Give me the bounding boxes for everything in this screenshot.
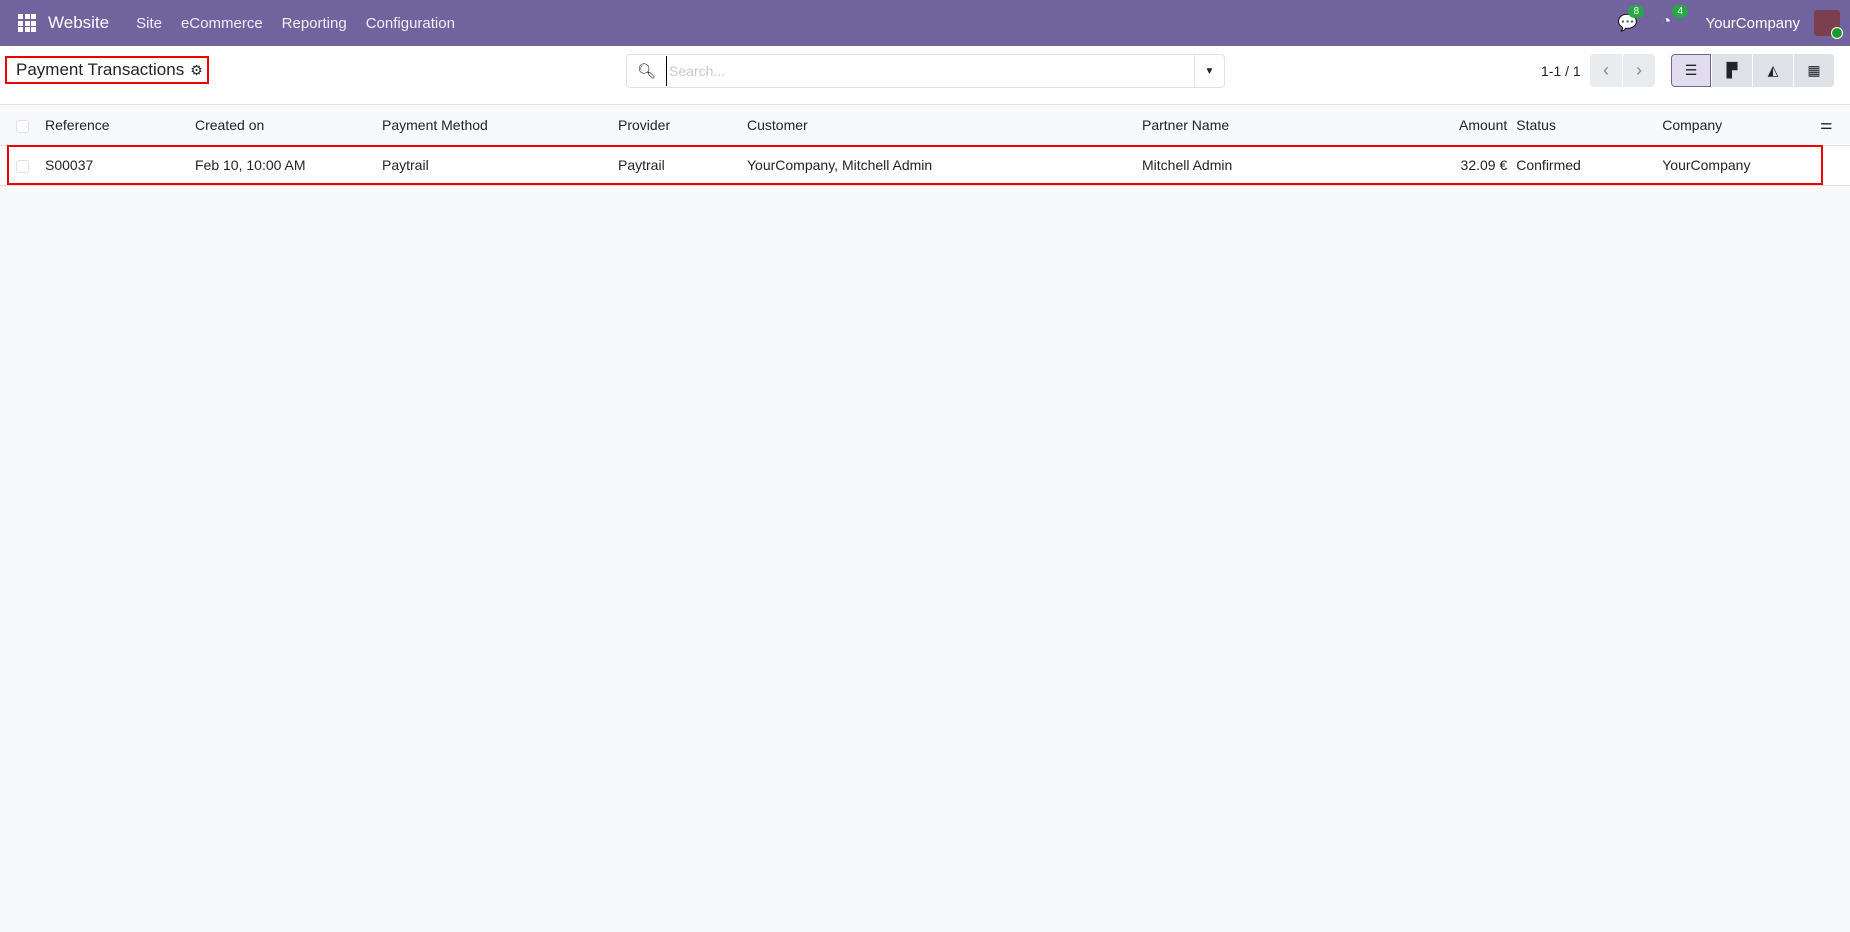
menu-reporting[interactable]: Reporting	[282, 15, 347, 32]
col-created-on[interactable]: Created on	[195, 105, 382, 146]
view-list-button[interactable]: ☰	[1671, 54, 1711, 87]
view-graph-button[interactable]: ◭	[1753, 54, 1793, 87]
search-icon: 🔍︎	[637, 63, 657, 80]
cell-payment-method: Paytrail	[382, 145, 618, 186]
col-provider[interactable]: Provider	[618, 105, 747, 146]
cell-status: Confirmed	[1507, 145, 1663, 186]
activities-button[interactable]: ◔ 4	[1661, 5, 1689, 33]
view-kanban-button[interactable]: ▛	[1712, 54, 1752, 87]
company-switcher[interactable]: YourCompany	[1705, 15, 1800, 32]
page-title: Payment Transactions	[16, 60, 185, 79]
col-partner-name[interactable]: Partner Name	[1142, 105, 1459, 146]
table-row[interactable]: S00037 Feb 10, 10:00 AM Paytrail Paytrai…	[0, 145, 1850, 186]
cell-company: YourCompany	[1662, 145, 1820, 186]
view-pivot-button[interactable]: ▦	[1794, 54, 1834, 87]
cell-partner-name: Mitchell Admin	[1142, 145, 1459, 186]
pager-previous[interactable]: ‹	[1590, 54, 1622, 87]
activities-badge: 4	[1672, 5, 1689, 18]
row-checkbox[interactable]	[16, 159, 29, 173]
search-input[interactable]	[666, 56, 1194, 86]
gear-icon[interactable]: ⚙	[190, 62, 203, 79]
clock-icon: ◔	[1661, 13, 1672, 30]
chevron-right-icon: ›	[1636, 60, 1642, 80]
kanban-icon: ▛	[1726, 62, 1738, 78]
control-panel: Payment Transactions ⚙ 🔍︎ ▼ 1-1 / 1 ‹ › …	[0, 46, 1850, 105]
col-company[interactable]: Company	[1662, 105, 1820, 146]
menu-ecommerce[interactable]: eCommerce	[181, 15, 263, 32]
cell-created-on: Feb 10, 10:00 AM	[195, 145, 382, 186]
cell-reference: S00037	[45, 145, 195, 186]
apps-menu-icon[interactable]	[18, 14, 36, 32]
table-header: Reference Created on Payment Method Prov…	[0, 105, 1850, 146]
table-icon: ▦	[1807, 62, 1821, 78]
cell-customer: YourCompany, Mitchell Admin	[747, 145, 1142, 186]
col-reference[interactable]: Reference	[45, 105, 195, 146]
col-amount[interactable]: Amount	[1459, 105, 1508, 146]
col-payment-method[interactable]: Payment Method	[382, 105, 618, 146]
menu-configuration[interactable]: Configuration	[366, 15, 455, 32]
caret-down-icon: ▼	[1204, 65, 1215, 77]
transactions-table: Reference Created on Payment Method Prov…	[0, 105, 1850, 186]
search-bar: 🔍︎ ▼	[626, 54, 1225, 88]
pager-next[interactable]: ›	[1623, 54, 1655, 87]
list-icon: ☰	[1684, 62, 1698, 78]
area-chart-icon: ◭	[1767, 62, 1779, 78]
col-status[interactable]: Status	[1507, 105, 1663, 146]
cell-provider: Paytrail	[618, 145, 747, 186]
messages-badge: 8	[1628, 5, 1645, 18]
cell-amount: 32.09 €	[1459, 145, 1508, 186]
search-options-toggle[interactable]: ▼	[1194, 55, 1224, 87]
select-all-checkbox[interactable]	[16, 119, 29, 133]
chevron-left-icon: ‹	[1603, 60, 1609, 80]
user-avatar[interactable]	[1814, 10, 1843, 39]
pager-value[interactable]: 1-1 / 1	[1541, 63, 1581, 79]
col-customer[interactable]: Customer	[747, 105, 1142, 146]
menu-site[interactable]: Site	[136, 15, 162, 32]
breadcrumb: Payment Transactions ⚙	[5, 56, 209, 84]
optional-columns-icon[interactable]: ⚌	[1820, 116, 1833, 132]
messages-button[interactable]: 💬 8	[1617, 5, 1645, 33]
top-navbar: Website Site eCommerce Reporting Configu…	[0, 0, 1850, 46]
app-name[interactable]: Website	[48, 13, 109, 33]
